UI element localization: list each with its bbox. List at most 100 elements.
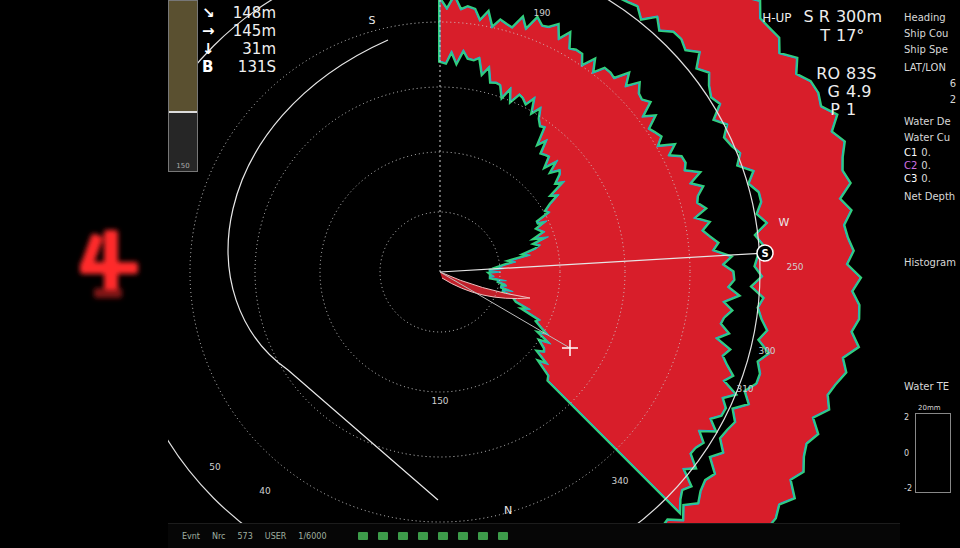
range-value[interactable]: 300m — [836, 8, 882, 26]
tilt-value[interactable]: 17° — [836, 27, 876, 45]
readout-value: 131S — [238, 58, 276, 76]
gauge-label: 150 — [169, 161, 197, 171]
gain-gauge: 150 — [168, 0, 198, 172]
echo-outer-edge — [370, 0, 860, 548]
setting-label: RO — [816, 65, 840, 83]
range-label: S R — [804, 8, 830, 26]
heading-line — [440, 0, 441, 272]
toolbar-item[interactable]: Nrc — [212, 532, 226, 541]
bearing-line — [440, 253, 765, 272]
tool-icon[interactable] — [358, 532, 368, 540]
bearing-label: 190 — [533, 8, 550, 18]
chart-tick: 2 — [904, 413, 912, 422]
bearing-label: 310 — [736, 384, 753, 394]
info-line: Water Cu — [904, 130, 960, 146]
toolbar-item[interactable]: 573 — [238, 532, 253, 541]
readout-row: ↘ 148m — [202, 4, 276, 22]
current-label: C1 — [904, 146, 917, 159]
sonar-screen: SS190WN1502503003103405040150↘148m→145m↓… — [0, 0, 960, 548]
gauge-fill — [169, 111, 197, 161]
left-bezel — [0, 0, 168, 548]
current-label: C2 — [904, 159, 917, 172]
water-temp-chart: 20mm2 0 -2 — [904, 403, 960, 493]
current-value: 0. — [921, 159, 931, 172]
setting-label: G — [828, 83, 840, 101]
setting-row: G 4.9 — [828, 83, 882, 101]
info-section: HeadingShip CouShip Spe — [904, 10, 960, 58]
target-readouts: ↘ 148m → 145m ↓ 31m B 131S — [202, 4, 276, 76]
sonar-status: H-UP S R 300m T 17° RO 83S G 4.9P1 — [762, 8, 882, 119]
tool-icon[interactable] — [438, 532, 448, 540]
svg-text:S: S — [761, 248, 768, 259]
toolbar-item[interactable]: USER — [265, 532, 287, 541]
info-panel: HeadingShip CouShip SpeLAT/LON62Water De… — [900, 0, 960, 548]
toolbar-item[interactable]: 1/6000 — [298, 532, 326, 541]
bearing-label: W — [779, 216, 790, 229]
readout-symbol: ↘ — [202, 4, 215, 22]
bearing-label: 250 — [786, 262, 803, 272]
bearing-label: S — [369, 14, 376, 27]
indicator-light-icon — [74, 222, 144, 304]
tool-icon[interactable] — [458, 532, 468, 540]
tilt-row: T 17° — [820, 27, 882, 45]
info-line: Net Depth — [904, 189, 960, 205]
chart-tick: -2 — [904, 484, 912, 493]
chart-tick: 0 — [904, 449, 912, 458]
chart-ticks: 2 0 -2 — [904, 413, 912, 493]
sonar-view[interactable]: SS190WN1502503003103405040150↘148m→145m↓… — [168, 0, 900, 548]
info-line: Histogram — [904, 255, 960, 271]
info-line: Water TE — [904, 379, 960, 395]
info-section: LAT/LON62 — [904, 60, 960, 108]
bearing-label: 300 — [758, 346, 775, 356]
setting-row: P1 — [830, 101, 882, 119]
setting-value[interactable]: 4.9 — [846, 83, 882, 101]
readout-value: 31m — [242, 40, 276, 58]
readout-symbol: ↓ — [202, 40, 215, 58]
cursor-line — [440, 272, 570, 348]
chart-unit: 20mm — [904, 403, 960, 413]
info-section: Histogram — [904, 255, 960, 271]
info-line: 6 — [904, 76, 960, 92]
range-ring — [255, 87, 625, 457]
info-line: Water De — [904, 114, 960, 130]
outer-ring — [168, 0, 760, 548]
info-section: Water DeWater CuC10.C20.C30. — [904, 114, 960, 185]
readout-symbol: B — [202, 58, 213, 76]
info-line: C10. — [904, 146, 960, 159]
settings-list: RO 83S G 4.9P1 — [816, 65, 882, 119]
toolbar-item[interactable]: Evnt — [182, 532, 200, 541]
info-section: Net Depth — [904, 189, 960, 205]
current-value: 0. — [921, 172, 931, 185]
info-line: LAT/LON — [904, 60, 960, 76]
tilt-label: T — [820, 27, 830, 45]
readout-value: 145m — [233, 22, 276, 40]
chart-body: 2 0 -2 — [904, 413, 960, 493]
sonar-display[interactable]: SS190WN1502503003103405040 — [168, 0, 900, 548]
orientation-mode[interactable]: H-UP — [762, 9, 791, 27]
bearing-label: 50 — [209, 462, 221, 472]
info-line: Ship Cou — [904, 26, 960, 42]
bearing-label: 340 — [611, 476, 628, 486]
target-marker[interactable]: S — [757, 245, 773, 261]
ship-track — [228, 40, 438, 500]
tool-icon[interactable] — [398, 532, 408, 540]
tool-icon[interactable] — [378, 532, 388, 540]
setting-value[interactable]: 83S — [846, 65, 882, 83]
chart-plot — [915, 413, 951, 493]
setting-row: RO 83S — [816, 65, 882, 83]
info-line: 2 — [904, 92, 960, 108]
readout-row: ↓ 31m — [202, 40, 276, 58]
readout-value: 148m — [233, 4, 276, 22]
info-section: Water TE — [904, 379, 960, 395]
bottom-toolbar: Evnt Nrc 573 USER 1/6000 — [168, 523, 900, 548]
cursor-cross-icon[interactable] — [562, 340, 578, 356]
bearing-label: 150 — [431, 396, 448, 406]
readout-symbol: → — [202, 22, 215, 40]
info-line: Heading — [904, 10, 960, 26]
tool-icon[interactable] — [498, 532, 508, 540]
tool-icon[interactable] — [478, 532, 488, 540]
info-line: C30. — [904, 172, 960, 185]
readout-row: B 131S — [202, 58, 276, 76]
tool-icon[interactable] — [418, 532, 428, 540]
setting-value[interactable]: 1 — [846, 101, 882, 119]
